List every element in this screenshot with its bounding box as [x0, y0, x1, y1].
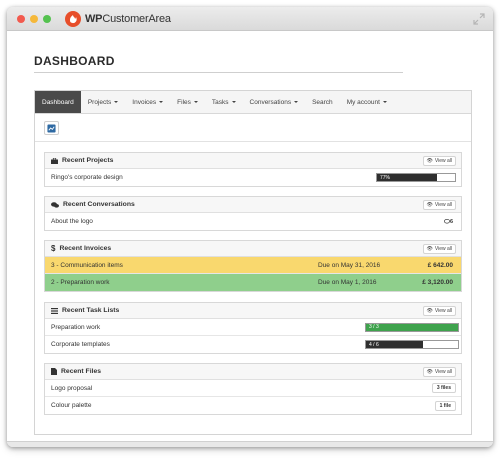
caret-down-icon	[114, 101, 119, 103]
main-nav: Dashboard Projects Invoices Files Tasks …	[35, 91, 471, 114]
dashboard-icon	[47, 123, 56, 133]
eye-icon: 👁	[426, 369, 433, 375]
caret-down-icon	[159, 101, 164, 103]
caret-down-icon	[193, 101, 198, 103]
view-all-tasks-button[interactable]: 👁 View all	[422, 306, 456, 316]
invoice-due-date: Due on May 1, 2016	[318, 279, 377, 286]
invoice-due-date: Due on May 31, 2016	[318, 261, 381, 269]
progress-fill: 77%	[377, 174, 438, 181]
conversation-name: About the logo	[51, 218, 93, 225]
view-all-invoices-button[interactable]: 👁 View all	[422, 244, 456, 254]
project-row[interactable]: Ringo's corporate design 77%	[45, 169, 461, 186]
nav-files[interactable]: Files	[170, 91, 205, 113]
file-name: Logo proposal	[51, 384, 93, 392]
nav-search[interactable]: Search	[305, 91, 340, 113]
customer-area: Dashboard Projects Invoices Files Tasks …	[34, 90, 472, 435]
project-name: Ringo's corporate design	[51, 174, 123, 181]
title-bar: WPCustomerArea	[7, 7, 493, 31]
nav-invoices[interactable]: Invoices	[125, 91, 170, 113]
view-all-conversations-button[interactable]: 👁 View all	[422, 200, 456, 210]
panel-title: Recent Conversations	[63, 201, 135, 208]
task-list-row[interactable]: Corporate templates 4 / 6	[45, 336, 461, 353]
expand-icon[interactable]	[473, 13, 485, 25]
nav-dashboard[interactable]: Dashboard	[35, 91, 81, 113]
comments-icon	[51, 201, 59, 208]
title-divider	[34, 72, 403, 73]
nav-conversations[interactable]: Conversations	[243, 91, 306, 113]
eye-icon: 👁	[426, 246, 433, 252]
eye-icon: 👁	[426, 308, 433, 314]
invoice-row[interactable]: 2 - Preparation work Due on May 1, 2016 …	[45, 274, 461, 291]
wpca-logo-icon	[65, 11, 81, 27]
invoice-name: 2 - Preparation work	[51, 279, 110, 286]
recent-projects-panel: Recent Projects 👁 View all Ringo's corpor…	[44, 152, 462, 187]
task-progress-bar: 4 / 6	[365, 340, 459, 349]
invoice-name: 3 - Communication items	[51, 261, 123, 269]
nav-tasks[interactable]: Tasks	[205, 91, 243, 113]
task-progress-bar: 3 / 3	[365, 322, 459, 332]
task-list-row[interactable]: Preparation work 3 / 3	[45, 319, 461, 336]
dollar-icon: $	[51, 244, 56, 253]
reply-count: 6	[443, 219, 453, 225]
invoice-amount: £ 3,120.00	[422, 279, 453, 286]
caret-down-icon	[294, 101, 299, 103]
panel-title: Recent Projects	[62, 157, 114, 164]
file-name: Colour palette	[51, 402, 92, 409]
conversation-row[interactable]: About the logo 6	[45, 213, 461, 230]
invoice-amount: £ 642.00	[427, 261, 453, 269]
eye-icon: 👁	[426, 158, 433, 164]
eye-icon: 👁	[426, 202, 433, 208]
view-all-files-button[interactable]: 👁 View all	[422, 367, 456, 377]
panel-header: $ Recent Invoices 👁 View all	[45, 241, 461, 257]
brand-suffix: CustomerArea	[102, 13, 171, 25]
view-all-projects-button[interactable]: 👁 View all	[422, 156, 456, 166]
nav-projects[interactable]: Projects	[81, 91, 125, 113]
progress-fill: 3 / 3	[366, 323, 458, 331]
brand-prefix: WP	[85, 13, 103, 25]
recent-invoices-panel: $ Recent Invoices 👁 View all 3 - Communic…	[44, 240, 462, 292]
minimize-window-button[interactable]	[30, 15, 38, 23]
panel-title: Recent Invoices	[59, 245, 112, 252]
list-icon	[51, 307, 58, 314]
nav-my-account[interactable]: My account	[340, 91, 394, 113]
window-bottom-bar	[7, 441, 493, 447]
progress-fill: 4 / 6	[366, 341, 424, 348]
task-list-name: Corporate templates	[51, 341, 110, 348]
file-row[interactable]: Logo proposal 3 files	[45, 380, 461, 397]
page-title: DASHBOARD	[34, 54, 115, 68]
file-count-badge: 3 files	[431, 383, 456, 393]
invoice-row[interactable]: 3 - Communication items Due on May 31, 2…	[45, 257, 461, 274]
panel-header: Recent Task Lists 👁 View all	[45, 303, 461, 319]
caret-down-icon	[231, 101, 236, 103]
panel-title: Recent Task Lists	[62, 307, 120, 314]
maximize-window-button[interactable]	[43, 15, 51, 23]
browser-window: WPCustomerArea DASHBOARD Dashboard Proje…	[7, 7, 493, 447]
task-list-name: Preparation work	[51, 323, 101, 331]
briefcase-icon	[51, 157, 58, 164]
recent-task-lists-panel: Recent Task Lists 👁 View all Preparation …	[44, 302, 462, 354]
file-count-badge: 1 file	[434, 400, 456, 411]
dashboard-toolbar-button[interactable]	[44, 121, 59, 135]
brand-logo: WPCustomerArea	[65, 10, 171, 28]
panel-title: Recent Files	[61, 368, 102, 375]
recent-conversations-panel: Recent Conversations 👁 View all About the…	[44, 196, 462, 231]
panel-header: Recent Files 👁 View all	[45, 364, 461, 380]
file-row[interactable]: Colour palette 1 file	[45, 397, 461, 414]
caret-down-icon	[382, 101, 387, 103]
toolbar-divider	[35, 141, 471, 142]
file-icon	[51, 368, 57, 375]
recent-files-panel: Recent Files 👁 View all Logo proposal 3 f…	[44, 363, 462, 415]
panel-header: Recent Projects 👁 View all	[45, 153, 461, 169]
panel-header: Recent Conversations 👁 View all	[45, 197, 461, 213]
close-window-button[interactable]	[17, 15, 25, 23]
project-progress-bar: 77%	[376, 173, 456, 182]
